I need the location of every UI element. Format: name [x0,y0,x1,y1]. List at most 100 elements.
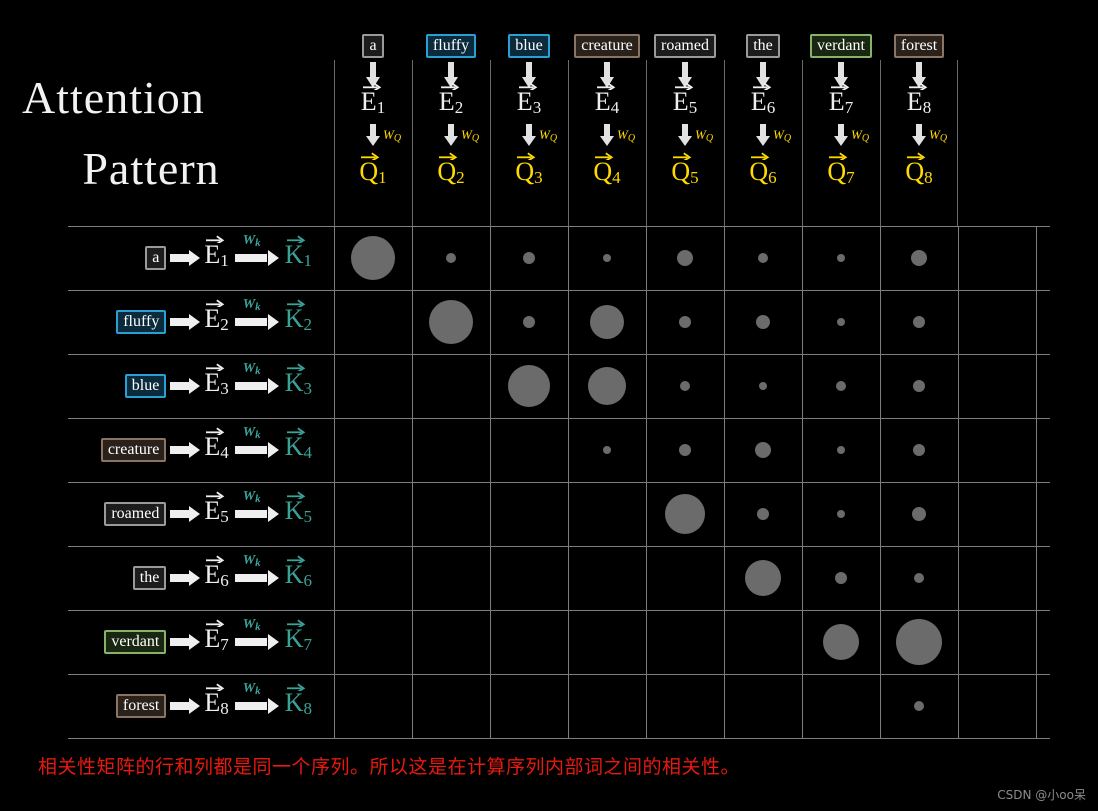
attention-cell-r6-c2[interactable] [412,546,490,610]
attention-cell-r8-c1[interactable] [334,674,412,738]
attention-cell-r8-c8[interactable] [880,674,958,738]
attention-cell-r7-c3[interactable] [490,610,568,674]
token-box-creature[interactable]: creature [100,438,167,462]
attention-cell-r6-c8[interactable] [880,546,958,610]
attention-dot [679,444,691,456]
attention-cell-r4-c2[interactable] [412,418,490,482]
attention-cell-r6-c7[interactable] [802,546,880,610]
attention-cell-r3-c6[interactable] [724,354,802,418]
token-box-creature[interactable]: creature [574,34,640,58]
attention-cell-r5-c3[interactable] [490,482,568,546]
attention-cell-r2-c1[interactable] [334,290,412,354]
attention-cell-r5-c8[interactable] [880,482,958,546]
embedding-vector-5: E5 [673,82,697,122]
attention-cell-r6-c6[interactable] [724,546,802,610]
attention-cell-r6-c3[interactable] [490,546,568,610]
attention-cell-r6-c4[interactable] [568,546,646,610]
token-box-fluffy[interactable]: fluffy [116,310,167,334]
attention-cell-r4-c3[interactable] [490,418,568,482]
column-gridline [958,226,959,738]
embedding-arrow-icon [912,62,926,88]
attention-cell-r8-c6[interactable] [724,674,802,738]
token-box-the[interactable]: the [746,34,780,58]
attention-cell-r4-c6[interactable] [724,418,802,482]
attention-cell-r3-c3[interactable] [490,354,568,418]
attention-cell-r7-c8[interactable] [880,610,958,674]
projection-arrow-icon [522,124,536,146]
attention-cell-r2-c2[interactable] [412,290,490,354]
attention-dot [590,305,624,339]
attention-cell-r4-c5[interactable] [646,418,724,482]
attention-cell-r5-c6[interactable] [724,482,802,546]
attention-cell-r7-c6[interactable] [724,610,802,674]
attention-cell-r7-c2[interactable] [412,610,490,674]
page-title-line2: Pattern [82,143,220,195]
page-title-line1: Attention [22,72,205,123]
attention-cell-r5-c1[interactable] [334,482,412,546]
row-label-a: a E1 Wk K1 [145,226,312,290]
attention-cell-r7-c1[interactable] [334,610,412,674]
attention-cell-r1-c7[interactable] [802,226,880,290]
attention-cell-r3-c4[interactable] [568,354,646,418]
attention-cell-r1-c2[interactable] [412,226,490,290]
query-vector-1: Q1 [359,152,387,192]
attention-cell-r1-c8[interactable] [880,226,958,290]
attention-cell-r2-c6[interactable] [724,290,802,354]
token-box-roamed[interactable]: roamed [104,502,167,526]
token-box-roamed[interactable]: roamed [654,34,716,58]
attention-cell-r3-c2[interactable] [412,354,490,418]
attention-cell-r8-c3[interactable] [490,674,568,738]
attention-cell-r4-c8[interactable] [880,418,958,482]
attention-cell-r1-c6[interactable] [724,226,802,290]
attention-cell-r7-c7[interactable] [802,610,880,674]
attention-cell-r1-c1[interactable] [334,226,412,290]
attention-cell-r7-c4[interactable] [568,610,646,674]
attention-cell-r3-c5[interactable] [646,354,724,418]
attention-dot [351,236,395,280]
wk-projection-arrow-icon: Wk [234,553,279,586]
attention-cell-r4-c7[interactable] [802,418,880,482]
attention-cell-r1-c3[interactable] [490,226,568,290]
attention-cell-r3-c7[interactable] [802,354,880,418]
attention-cell-r3-c8[interactable] [880,354,958,418]
attention-dot [837,254,845,262]
token-box-a[interactable]: a [362,34,384,58]
column-header-creature: creature E4 WQ Q4 [568,34,646,226]
token-box-fluffy[interactable]: fluffy [425,34,477,58]
attention-cell-r2-c7[interactable] [802,290,880,354]
attention-cell-r5-c7[interactable] [802,482,880,546]
attention-cell-r1-c4[interactable] [568,226,646,290]
attention-cell-r5-c4[interactable] [568,482,646,546]
query-vector-6: Q6 [749,152,777,192]
attention-cell-r3-c1[interactable] [334,354,412,418]
embedding-arrow-icon [522,62,536,88]
projection-arrow-icon [678,124,692,146]
attention-cell-r8-c4[interactable] [568,674,646,738]
attention-cell-r8-c5[interactable] [646,674,724,738]
attention-cell-r8-c2[interactable] [412,674,490,738]
attention-cell-r5-c2[interactable] [412,482,490,546]
token-box-the[interactable]: the [132,566,167,590]
attention-dot [823,624,859,660]
attention-cell-r2-c4[interactable] [568,290,646,354]
token-box-forest[interactable]: forest [115,694,167,718]
token-box-forest[interactable]: forest [893,34,945,58]
attention-cell-r7-c5[interactable] [646,610,724,674]
attention-cell-r1-c5[interactable] [646,226,724,290]
attention-cell-r4-c4[interactable] [568,418,646,482]
token-box-a[interactable]: a [145,246,167,270]
token-box-blue[interactable]: blue [508,34,550,58]
attention-dot [680,381,690,391]
attention-cell-r5-c5[interactable] [646,482,724,546]
attention-cell-r2-c8[interactable] [880,290,958,354]
attention-cell-r8-c7[interactable] [802,674,880,738]
attention-cell-r6-c1[interactable] [334,546,412,610]
token-box-verdant[interactable]: verdant [104,630,167,654]
token-box-verdant[interactable]: verdant [810,34,872,58]
attention-cell-r2-c3[interactable] [490,290,568,354]
attention-cell-r2-c5[interactable] [646,290,724,354]
attention-cell-r4-c1[interactable] [334,418,412,482]
token-box-blue[interactable]: blue [124,374,167,398]
attention-cell-r6-c5[interactable] [646,546,724,610]
attention-dot [757,508,769,520]
